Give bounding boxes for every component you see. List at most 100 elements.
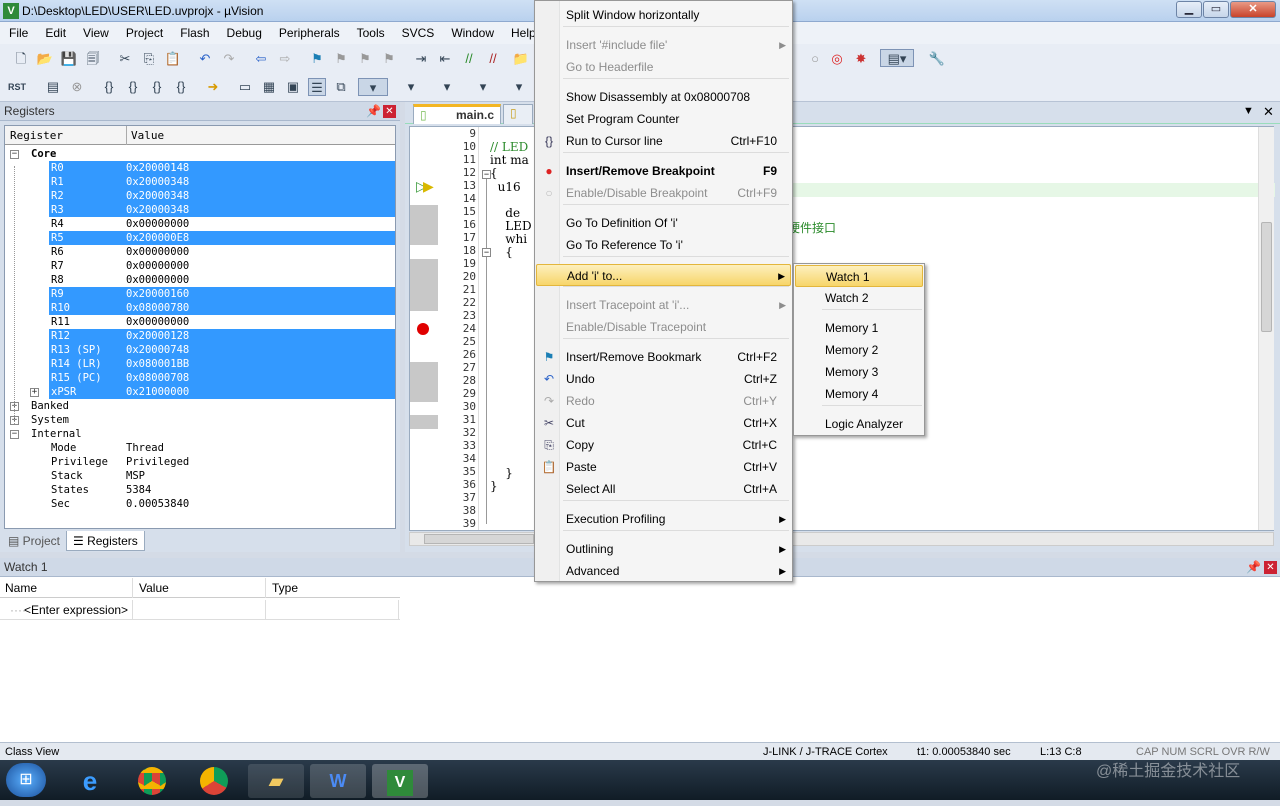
watch-value-header[interactable]: Value xyxy=(132,578,169,598)
breakpoint-toggle-icon[interactable]: ◎ xyxy=(828,50,846,68)
open-folder-icon[interactable]: 📂 xyxy=(36,50,54,68)
menu-item-go-to-headerfile[interactable]: Go to Headerfile xyxy=(536,56,791,78)
debug-session-icon[interactable]: ○ xyxy=(806,50,824,68)
submenu-item-logic-analyzer[interactable]: Logic Analyzer xyxy=(795,413,923,435)
menu-item-advanced[interactable]: Advanced ▶ xyxy=(536,560,791,582)
trace-windows-icon[interactable]: ▾ xyxy=(504,78,534,96)
chrome-icon[interactable] xyxy=(124,764,180,798)
step-into-icon[interactable]: {} xyxy=(100,78,118,96)
register-group[interactable]: + System xyxy=(5,413,395,427)
register-row[interactable]: R12 0x20000128 xyxy=(5,329,395,343)
register-row[interactable]: R4 0x00000000 xyxy=(5,217,395,231)
menu-item-insert-tracepoint-at-i[interactable]: Insert Tracepoint at 'i'... ▶ xyxy=(536,294,791,316)
tab-main-c[interactable]: ▯ main.c xyxy=(413,104,501,124)
redo-icon[interactable]: ↷ xyxy=(220,50,238,68)
register-row[interactable]: Sec 0.00053840 xyxy=(5,497,395,511)
register-row[interactable]: R1 0x20000348 xyxy=(5,175,395,189)
register-group[interactable]: − Core xyxy=(5,147,395,161)
menu-tools[interactable]: Tools xyxy=(348,22,393,40)
menu-item-run-to-cursor-line[interactable]: {} Run to Cursor line Ctrl+F10 xyxy=(536,130,791,152)
register-row[interactable]: Privilege Privileged xyxy=(5,455,395,469)
configure-window-icon[interactable]: ▤▾ xyxy=(880,49,914,67)
step-over-icon[interactable]: {} xyxy=(124,78,142,96)
save-icon[interactable]: 💾 xyxy=(60,50,78,68)
stop-icon[interactable]: ⊗ xyxy=(68,78,86,96)
call-stack-icon[interactable]: ⧉ xyxy=(332,78,350,96)
register-row[interactable]: Stack MSP xyxy=(5,469,395,483)
register-group[interactable]: + Banked xyxy=(5,399,395,413)
value-column-header[interactable]: Value xyxy=(126,126,164,145)
register-row[interactable]: R13 (SP) 0x20000748 xyxy=(5,343,395,357)
close-button[interactable]: ✕ xyxy=(1230,1,1276,18)
submenu-item-memory-4[interactable]: Memory 4 xyxy=(795,383,923,405)
nav-back-icon[interactable]: ⇦ xyxy=(252,50,270,68)
register-row[interactable]: R7 0x00000000 xyxy=(5,259,395,273)
expand-toggle-icon[interactable]: − xyxy=(10,430,19,439)
cut-icon[interactable]: ✂ xyxy=(116,50,134,68)
menu-edit[interactable]: Edit xyxy=(36,22,74,40)
menu-item-show-disassembly-at-0x08000708[interactable]: Show Disassembly at 0x08000708 xyxy=(536,86,791,108)
minimize-button[interactable]: ▁ xyxy=(1176,1,1202,18)
bookmark-icon[interactable]: ⚑ xyxy=(308,50,326,68)
horizontal-scrollbar-thumb[interactable] xyxy=(424,534,534,544)
run-to-cursor-icon[interactable]: {} xyxy=(172,78,190,96)
watch-row[interactable]: ···· <Enter expression> xyxy=(0,600,400,620)
settings-wrench-icon[interactable]: 🔧 xyxy=(928,50,946,68)
copy-icon[interactable]: ⎘ xyxy=(140,50,158,68)
menu-item-paste[interactable]: 📋 Paste Ctrl+V xyxy=(536,456,791,478)
tab-project[interactable]: ▤ Project xyxy=(2,531,66,551)
menu-file[interactable]: File xyxy=(0,22,36,40)
kill-breakpoints-icon[interactable]: ✸ xyxy=(852,50,870,68)
registers-window-icon[interactable]: ☰ xyxy=(308,78,326,96)
save-all-icon[interactable]: 🗐 xyxy=(84,50,102,68)
breakpoint-icon[interactable] xyxy=(417,323,429,335)
menu-item-undo[interactable]: ↶ Undo Ctrl+Z xyxy=(536,368,791,390)
pin-icon[interactable]: 📌 xyxy=(366,104,381,118)
watch-windows-icon[interactable]: ▾ xyxy=(358,78,388,96)
register-row[interactable]: R0 0x20000148 xyxy=(5,161,395,175)
register-row[interactable]: R14 (LR) 0x080001BB xyxy=(5,357,395,371)
menu-svcs[interactable]: SVCS xyxy=(393,22,443,40)
serial-windows-icon[interactable]: ▾ xyxy=(432,78,462,96)
menu-item-copy[interactable]: ⎘ Copy Ctrl+C xyxy=(536,434,791,456)
vertical-scrollbar[interactable] xyxy=(1258,127,1274,530)
register-row[interactable]: xPSR 0x21000000 + xyxy=(5,385,395,399)
watch-close-icon[interactable]: ✕ xyxy=(1264,561,1277,574)
menu-item-enable-disable-breakpoint[interactable]: ○ Enable/Disable Breakpoint Ctrl+F9 xyxy=(536,182,791,204)
clear-bookmarks-icon[interactable]: ⚑ xyxy=(380,50,398,68)
tab-other-file[interactable]: ▯ xyxy=(503,104,533,124)
file-explorer-icon[interactable]: ▰ xyxy=(248,764,304,798)
menu-item-insert-remove-bookmark[interactable]: ⚑ Insert/Remove Bookmark Ctrl+F2 xyxy=(536,346,791,368)
menu-item-outlining[interactable]: Outlining ▶ xyxy=(536,538,791,560)
menu-debug[interactable]: Debug xyxy=(218,22,270,40)
register-group[interactable]: − Internal xyxy=(5,427,395,441)
register-row[interactable]: R10 0x08000780 xyxy=(5,301,395,315)
register-column-header[interactable]: Register xyxy=(10,129,63,142)
menu-item-split-window-horizontally[interactable]: Split Window horizontally xyxy=(536,4,791,26)
chrome-alt-icon[interactable] xyxy=(186,764,242,798)
uncomment-icon[interactable]: // xyxy=(484,50,502,68)
keil-uvision-icon[interactable]: V xyxy=(372,764,428,798)
register-row[interactable]: Mode Thread xyxy=(5,441,395,455)
menu-item-add-i-to[interactable]: Add 'i' to... ▶ xyxy=(536,264,791,286)
submenu-item-memory-3[interactable]: Memory 3 xyxy=(795,361,923,383)
next-bookmark-icon[interactable]: ⚑ xyxy=(356,50,374,68)
register-row[interactable]: R6 0x00000000 xyxy=(5,245,395,259)
submenu-item-watch-1[interactable]: Watch 1 xyxy=(795,265,923,287)
memory-windows-icon[interactable]: ▾ xyxy=(396,78,426,96)
menu-item-insert-include-file[interactable]: Insert '#include file' ▶ xyxy=(536,34,791,56)
submenu-item-memory-1[interactable]: Memory 1 xyxy=(795,317,923,339)
indent-icon[interactable]: ⇥ xyxy=(412,50,430,68)
comment-icon[interactable]: // xyxy=(460,50,478,68)
expand-toggle-icon[interactable]: + xyxy=(30,388,39,397)
menu-peripherals[interactable]: Peripherals xyxy=(270,22,348,40)
find-in-files-icon[interactable]: 📁 xyxy=(512,50,530,68)
menu-view[interactable]: View xyxy=(74,22,117,40)
prev-bookmark-icon[interactable]: ⚑ xyxy=(332,50,350,68)
enter-expression-field[interactable]: <Enter expression> xyxy=(24,603,128,617)
menu-item-cut[interactable]: ✂ Cut Ctrl+X xyxy=(536,412,791,434)
submenu-item-memory-2[interactable]: Memory 2 xyxy=(795,339,923,361)
menu-item-go-to-definition-of-i[interactable]: Go To Definition Of 'i' xyxy=(536,212,791,234)
start-button-icon[interactable]: ⊞ xyxy=(6,763,46,797)
nav-forward-icon[interactable]: ⇨ xyxy=(276,50,294,68)
